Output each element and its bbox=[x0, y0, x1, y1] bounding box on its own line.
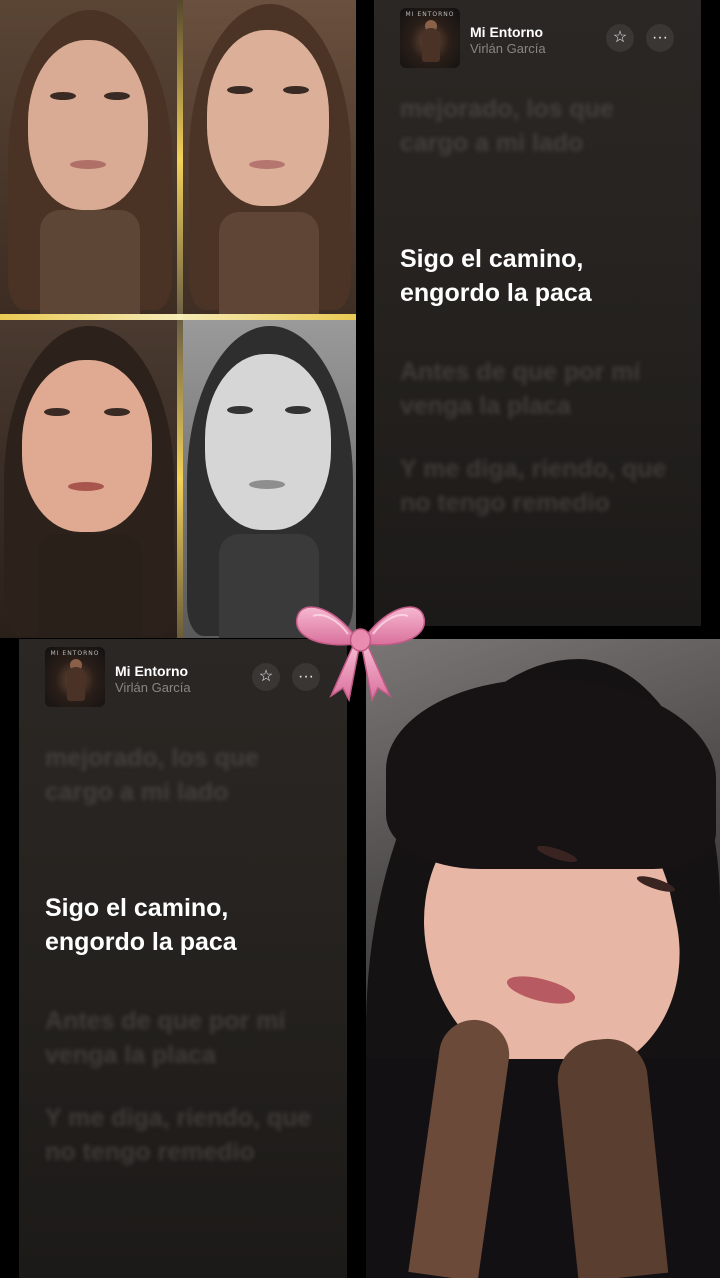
collage-photo-1 bbox=[0, 0, 177, 314]
lyric-line-next[interactable]: Antes de que por mí venga la placa bbox=[400, 355, 681, 423]
lyric-line-next-2[interactable]: Y me diga, riendo, que no tengo remedio bbox=[45, 1101, 327, 1169]
star-icon: ☆ bbox=[258, 668, 274, 685]
song-title[interactable]: Mi Entorno bbox=[470, 24, 543, 40]
collage-photo-2 bbox=[183, 0, 356, 314]
star-icon: ☆ bbox=[612, 29, 628, 46]
favorite-button[interactable]: ☆ bbox=[252, 663, 280, 691]
lyric-line-next[interactable]: Antes de que por mí venga la placa bbox=[45, 1004, 327, 1072]
lyrics-screen-bottom: MI ENTORNO Mi Entorno Virlán García ☆ ··… bbox=[19, 639, 347, 1278]
selfie-photo bbox=[366, 639, 720, 1278]
song-title[interactable]: Mi Entorno bbox=[115, 663, 188, 679]
album-art-text: MI ENTORNO bbox=[50, 650, 100, 657]
more-button[interactable]: ··· bbox=[646, 24, 674, 52]
gold-divider-horizontal bbox=[0, 314, 356, 320]
lyric-line-current[interactable]: Sigo el camino, engordo la paca bbox=[400, 242, 681, 310]
lyric-line-next-2[interactable]: Y me diga, riendo, que no tengo remedio bbox=[400, 452, 681, 520]
pink-bow-icon bbox=[296, 606, 425, 702]
favorite-button[interactable]: ☆ bbox=[606, 24, 634, 52]
collage-photo-3 bbox=[0, 320, 177, 638]
now-playing-header: MI ENTORNO Mi Entorno Virlán García ☆ ··… bbox=[45, 647, 321, 711]
song-artist[interactable]: Virlán García bbox=[470, 41, 546, 56]
more-horizontal-icon: ··· bbox=[652, 29, 668, 46]
collage-photo-4 bbox=[183, 320, 356, 638]
now-playing-header: MI ENTORNO Mi Entorno Virlán García ☆ ··… bbox=[400, 8, 675, 72]
lyric-line-current[interactable]: Sigo el camino, engordo la paca bbox=[45, 891, 327, 959]
lyrics-screen-top: MI ENTORNO Mi Entorno Virlán García ☆ ··… bbox=[374, 0, 701, 626]
lyric-line-previous[interactable]: mejorado, los que cargo a mi lado bbox=[45, 741, 327, 809]
lyric-line-previous[interactable]: mejorado, los que cargo a mi lado bbox=[400, 92, 681, 160]
album-art[interactable]: MI ENTORNO bbox=[400, 8, 460, 68]
photo-collage bbox=[0, 0, 356, 638]
song-artist[interactable]: Virlán García bbox=[115, 680, 191, 695]
album-art-text: MI ENTORNO bbox=[405, 11, 455, 18]
album-art[interactable]: MI ENTORNO bbox=[45, 647, 105, 707]
